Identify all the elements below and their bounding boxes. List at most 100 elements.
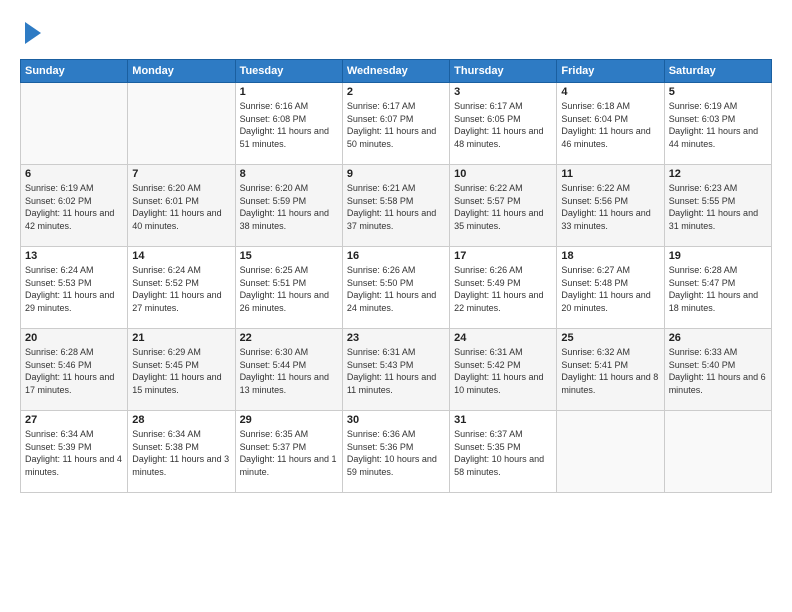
day-info: Sunrise: 6:20 AMSunset: 5:59 PMDaylight:… <box>240 182 338 232</box>
day-info: Sunrise: 6:31 AMSunset: 5:42 PMDaylight:… <box>454 346 552 396</box>
calendar-cell: 2Sunrise: 6:17 AMSunset: 6:07 PMDaylight… <box>342 83 449 165</box>
day-number: 1 <box>240 86 338 98</box>
day-info: Sunrise: 6:27 AMSunset: 5:48 PMDaylight:… <box>561 264 659 314</box>
calendar-week-3: 13Sunrise: 6:24 AMSunset: 5:53 PMDayligh… <box>21 247 772 329</box>
calendar-cell: 17Sunrise: 6:26 AMSunset: 5:49 PMDayligh… <box>450 247 557 329</box>
calendar-cell: 21 Sunrise: 6:29 AMSunset: 5:45 PMDayligh… <box>128 329 235 411</box>
day-info: Sunrise: 6:23 AMSunset: 5:55 PMDaylight:… <box>669 182 767 232</box>
calendar-cell: 5 Sunrise: 6:19 AMSunset: 6:03 PMDaylight… <box>664 83 771 165</box>
calendar-cell: 29Sunrise: 6:35 AMSunset: 5:37 PMDayligh… <box>235 411 342 493</box>
calendar-week-5: 27Sunrise: 6:34 AMSunset: 5:39 PMDayligh… <box>21 411 772 493</box>
calendar-cell: 23 Sunrise: 6:31 AMSunset: 5:43 PMDayligh… <box>342 329 449 411</box>
calendar-cell: 20 Sunrise: 6:28 AMSunset: 5:46 PMDayligh… <box>21 329 128 411</box>
day-info: Sunrise: 6:22 AMSunset: 5:56 PMDaylight:… <box>561 182 659 232</box>
calendar-cell: 4 Sunrise: 6:18 AMSunset: 6:04 PMDaylight… <box>557 83 664 165</box>
calendar-table: SundayMondayTuesdayWednesdayThursdayFrid… <box>20 59 772 493</box>
day-number: 5 <box>669 86 767 98</box>
day-info: Sunrise: 6:22 AMSunset: 5:57 PMDaylight:… <box>454 182 552 232</box>
calendar-cell <box>664 411 771 493</box>
day-number: 17 <box>454 250 552 262</box>
calendar-cell: 24 Sunrise: 6:31 AMSunset: 5:42 PMDayligh… <box>450 329 557 411</box>
day-info: Sunrise: 6:28 AMSunset: 5:46 PMDaylight:… <box>25 346 123 396</box>
calendar-cell: 16 Sunrise: 6:26 AMSunset: 5:50 PMDayligh… <box>342 247 449 329</box>
day-number: 14 <box>132 250 230 262</box>
day-number: 20 <box>25 332 123 344</box>
day-number: 28 <box>132 414 230 426</box>
calendar-header-saturday: Saturday <box>664 60 771 83</box>
day-number: 11 <box>561 168 659 180</box>
calendar-header-monday: Monday <box>128 60 235 83</box>
day-number: 9 <box>347 168 445 180</box>
logo <box>20 18 41 49</box>
day-number: 15 <box>240 250 338 262</box>
calendar-cell: 7 Sunrise: 6:20 AMSunset: 6:01 PMDaylight… <box>128 165 235 247</box>
calendar-header-sunday: Sunday <box>21 60 128 83</box>
calendar-cell: 31Sunrise: 6:37 AMSunset: 5:35 PMDayligh… <box>450 411 557 493</box>
calendar-header-tuesday: Tuesday <box>235 60 342 83</box>
day-number: 27 <box>25 414 123 426</box>
calendar-cell: 10 Sunrise: 6:22 AMSunset: 5:57 PMDayligh… <box>450 165 557 247</box>
day-info: Sunrise: 6:25 AMSunset: 5:51 PMDaylight:… <box>240 264 338 314</box>
day-number: 2 <box>347 86 445 98</box>
calendar-cell: 28 Sunrise: 6:34 AMSunset: 5:38 PMDayligh… <box>128 411 235 493</box>
calendar-cell: 26 Sunrise: 6:33 AMSunset: 5:40 PMDayligh… <box>664 329 771 411</box>
calendar-cell: 11 Sunrise: 6:22 AMSunset: 5:56 PMDayligh… <box>557 165 664 247</box>
day-number: 3 <box>454 86 552 98</box>
day-info: Sunrise: 6:31 AMSunset: 5:43 PMDaylight:… <box>347 346 445 396</box>
day-number: 21 <box>132 332 230 344</box>
day-number: 23 <box>347 332 445 344</box>
calendar-header-wednesday: Wednesday <box>342 60 449 83</box>
day-info: Sunrise: 6:35 AMSunset: 5:37 PMDaylight:… <box>240 428 338 478</box>
calendar-cell: 15 Sunrise: 6:25 AMSunset: 5:51 PMDayligh… <box>235 247 342 329</box>
day-number: 18 <box>561 250 659 262</box>
calendar-cell: 12 Sunrise: 6:23 AMSunset: 5:55 PMDayligh… <box>664 165 771 247</box>
day-number: 13 <box>25 250 123 262</box>
day-info: Sunrise: 6:28 AMSunset: 5:47 PMDaylight:… <box>669 264 767 314</box>
day-info: Sunrise: 6:29 AMSunset: 5:45 PMDaylight:… <box>132 346 230 396</box>
day-number: 8 <box>240 168 338 180</box>
day-number: 10 <box>454 168 552 180</box>
day-info: Sunrise: 6:16 AMSunset: 6:08 PMDaylight:… <box>240 100 338 150</box>
calendar-cell: 3 Sunrise: 6:17 AMSunset: 6:05 PMDaylight… <box>450 83 557 165</box>
calendar-cell: 22 Sunrise: 6:30 AMSunset: 5:44 PMDayligh… <box>235 329 342 411</box>
calendar-cell: 25 Sunrise: 6:32 AMSunset: 5:41 PMDayligh… <box>557 329 664 411</box>
day-number: 24 <box>454 332 552 344</box>
day-number: 26 <box>669 332 767 344</box>
logo-flag-icon <box>25 22 41 44</box>
day-info: Sunrise: 6:17 AMSunset: 6:05 PMDaylight:… <box>454 100 552 150</box>
calendar-cell: 13Sunrise: 6:24 AMSunset: 5:53 PMDayligh… <box>21 247 128 329</box>
calendar-cell: 30 Sunrise: 6:36 AMSunset: 5:36 PMDayligh… <box>342 411 449 493</box>
page: SundayMondayTuesdayWednesdayThursdayFrid… <box>0 0 792 612</box>
calendar-cell: 14 Sunrise: 6:24 AMSunset: 5:52 PMDayligh… <box>128 247 235 329</box>
day-number: 22 <box>240 332 338 344</box>
calendar-week-2: 6Sunrise: 6:19 AMSunset: 6:02 PMDaylight… <box>21 165 772 247</box>
day-number: 31 <box>454 414 552 426</box>
calendar-header-row: SundayMondayTuesdayWednesdayThursdayFrid… <box>21 60 772 83</box>
day-number: 7 <box>132 168 230 180</box>
day-info: Sunrise: 6:24 AMSunset: 5:52 PMDaylight:… <box>132 264 230 314</box>
calendar-cell <box>21 83 128 165</box>
calendar-cell <box>557 411 664 493</box>
day-info: Sunrise: 6:30 AMSunset: 5:44 PMDaylight:… <box>240 346 338 396</box>
calendar-cell: 18 Sunrise: 6:27 AMSunset: 5:48 PMDayligh… <box>557 247 664 329</box>
day-number: 16 <box>347 250 445 262</box>
calendar-cell: 19 Sunrise: 6:28 AMSunset: 5:47 PMDayligh… <box>664 247 771 329</box>
day-number: 30 <box>347 414 445 426</box>
day-info: Sunrise: 6:32 AMSunset: 5:41 PMDaylight:… <box>561 346 659 396</box>
day-info: Sunrise: 6:26 AMSunset: 5:50 PMDaylight:… <box>347 264 445 314</box>
calendar-cell: 8 Sunrise: 6:20 AMSunset: 5:59 PMDaylight… <box>235 165 342 247</box>
day-info: Sunrise: 6:18 AMSunset: 6:04 PMDaylight:… <box>561 100 659 150</box>
day-info: Sunrise: 6:19 AMSunset: 6:03 PMDaylight:… <box>669 100 767 150</box>
day-number: 12 <box>669 168 767 180</box>
day-number: 19 <box>669 250 767 262</box>
calendar-cell: 9 Sunrise: 6:21 AMSunset: 5:58 PMDaylight… <box>342 165 449 247</box>
calendar-cell: 1 Sunrise: 6:16 AMSunset: 6:08 PMDaylight… <box>235 83 342 165</box>
day-info: Sunrise: 6:20 AMSunset: 6:01 PMDaylight:… <box>132 182 230 232</box>
day-info: Sunrise: 6:34 AMSunset: 5:38 PMDaylight:… <box>132 428 230 478</box>
day-number: 25 <box>561 332 659 344</box>
day-info: Sunrise: 6:36 AMSunset: 5:36 PMDaylight:… <box>347 428 445 478</box>
day-info: Sunrise: 6:21 AMSunset: 5:58 PMDaylight:… <box>347 182 445 232</box>
day-number: 4 <box>561 86 659 98</box>
day-info: Sunrise: 6:33 AMSunset: 5:40 PMDaylight:… <box>669 346 767 396</box>
day-number: 6 <box>25 168 123 180</box>
